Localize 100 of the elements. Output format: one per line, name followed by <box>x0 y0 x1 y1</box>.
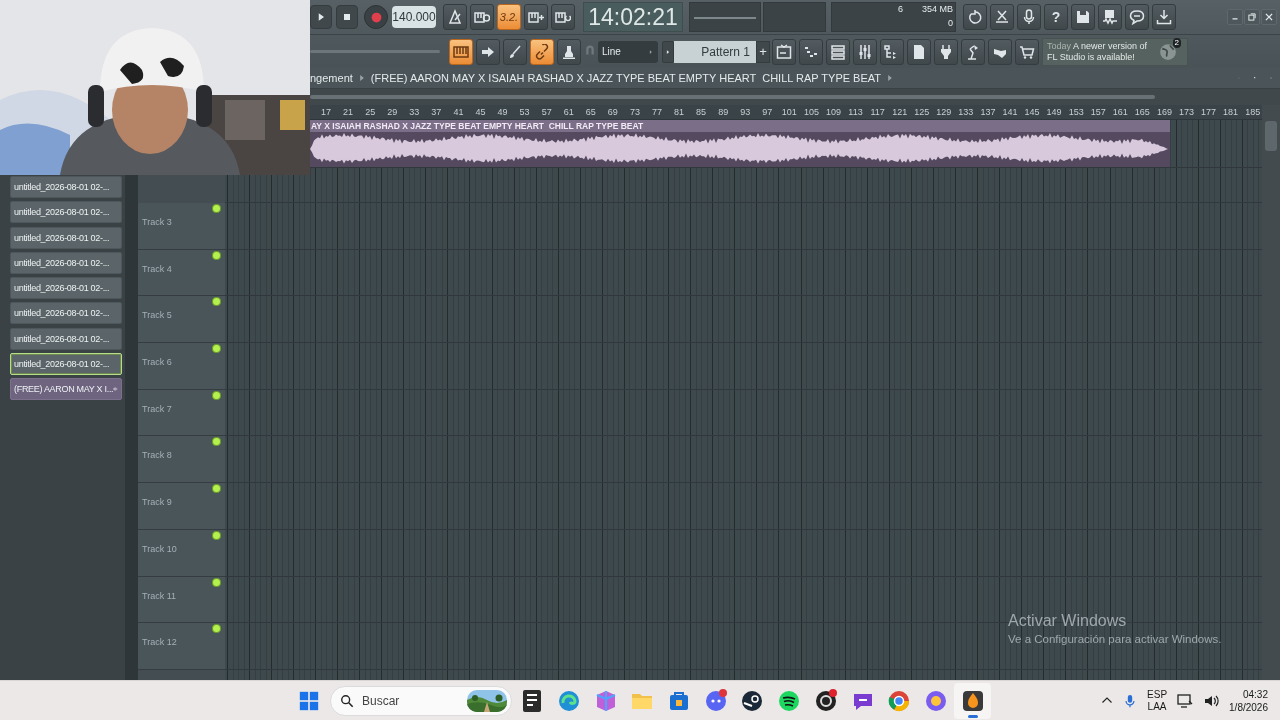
horizontal-scrollbar[interactable] <box>310 89 1280 105</box>
close-button[interactable] <box>1261 9 1277 25</box>
floppy-wave-icon <box>1102 9 1118 25</box>
track-enable-led[interactable] <box>212 437 221 447</box>
toolbar-button[interactable]: 3.2. <box>497 4 521 30</box>
toolbar-button[interactable] <box>853 38 877 65</box>
track-enable-led[interactable] <box>212 250 221 260</box>
track-enable-led[interactable] <box>212 577 221 587</box>
clip-list-item[interactable]: untitled_2026-08-01 02-... <box>10 302 122 325</box>
scissors-icon <box>994 9 1010 25</box>
clip-list-item[interactable]: untitled_2026-08-01 02-... <box>10 277 122 300</box>
track-header[interactable]: Track 5 <box>138 296 225 344</box>
toolbar-button[interactable] <box>963 4 987 30</box>
track-enable-led[interactable] <box>212 297 221 307</box>
track-enable-led[interactable] <box>212 204 221 213</box>
toolbar-button[interactable] <box>799 38 823 65</box>
toolbar-button[interactable] <box>1015 38 1039 65</box>
snap-dropdown[interactable]: Line <box>598 40 658 63</box>
pattern-selector[interactable]: Pattern 1 <box>674 40 756 63</box>
breadcrumb[interactable]: ngement <box>310 72 353 84</box>
language-indicator[interactable]: ESP <box>1147 688 1168 701</box>
bar-number: 25 <box>364 106 377 119</box>
restore-button[interactable] <box>1244 9 1260 25</box>
toolbar-button[interactable] <box>990 4 1014 30</box>
bar-number: 33 <box>408 106 421 119</box>
toolbar-button[interactable] <box>1152 4 1176 30</box>
chat-icon[interactable] <box>703 688 728 713</box>
track-header[interactable]: Track 7 <box>138 389 225 437</box>
track-header[interactable]: Track 4 <box>138 249 225 297</box>
toolbar-button[interactable] <box>961 38 985 65</box>
toolbar-button[interactable] <box>826 38 850 65</box>
clip-list-item[interactable]: untitled_2026-08-01 02-... <box>10 353 122 376</box>
toolbar-button[interactable]: ? <box>1044 4 1068 30</box>
play-button[interactable] <box>310 5 332 29</box>
bar-number: 141 <box>1001 106 1019 119</box>
toolbar-button[interactable] <box>443 4 467 30</box>
app-icon[interactable] <box>813 688 838 713</box>
metronome-icon <box>447 9 463 25</box>
clip-list-item[interactable]: untitled_2026-08-01 02-... <box>10 251 122 274</box>
audio-clip[interactable]: AY X ISAIAH RASHAD X JAZZ TYPE BEAT EMPTY HEART CHILL RAP TYPE BEAT <box>310 120 1170 167</box>
toolbar-button[interactable] <box>470 4 494 30</box>
track-enable-led[interactable] <box>212 344 221 354</box>
clock-time[interactable]: 04:32 <box>1242 687 1268 701</box>
toolbar-button[interactable] <box>934 38 958 65</box>
toolbar-button[interactable] <box>880 38 904 65</box>
clip-list-item[interactable]: (FREE) AARON MAY X I... <box>10 378 122 401</box>
toolbar-button[interactable] <box>772 38 796 65</box>
toolbar-button[interactable] <box>503 38 527 65</box>
stop-button[interactable] <box>336 5 358 29</box>
search-icon <box>340 693 354 708</box>
toolbar-button[interactable] <box>988 38 1012 65</box>
music-icon[interactable] <box>777 688 802 713</box>
track-enable-led[interactable] <box>212 390 221 400</box>
bar-number: 109 <box>824 106 842 119</box>
search-field[interactable]: Buscar <box>330 685 512 716</box>
toolbar-button[interactable] <box>907 38 931 65</box>
clip-list-item[interactable]: untitled_2026-08-01 02-... <box>10 226 122 249</box>
bar-number: 117 <box>869 106 886 119</box>
bar-number: 113 <box>847 106 864 119</box>
app-icon[interactable] <box>960 688 985 713</box>
toolbar-button[interactable] <box>551 4 575 30</box>
track-header[interactable]: Track 6 <box>138 343 225 390</box>
toolbar-button[interactable] <box>476 38 500 65</box>
clip-list-item[interactable]: untitled_2026-08-01 02-... <box>10 327 122 350</box>
minimize-button[interactable] <box>1227 9 1243 25</box>
track-enable-led[interactable] <box>212 624 221 634</box>
clock-date[interactable]: 1/8/2026 <box>1229 700 1268 714</box>
vertical-scrollbar[interactable] <box>1262 105 1280 680</box>
toolbar-button[interactable] <box>530 38 554 65</box>
clip-list-item[interactable]: untitled_2026-08-01 02-... <box>10 201 122 224</box>
track-header[interactable]: Track 3 <box>138 203 225 250</box>
track-header[interactable]: Track 12 <box>138 623 225 670</box>
toolbar-button[interactable] <box>1017 4 1041 30</box>
track-header[interactable]: Track 11 <box>138 576 225 624</box>
clip-list-item[interactable]: untitled_2026-08-01 02-... <box>10 176 122 198</box>
playlist-grid[interactable] <box>225 105 1262 680</box>
toolbar-button[interactable] <box>557 38 581 65</box>
track-header[interactable]: Track 9 <box>138 483 225 530</box>
track-header[interactable]: Track 10 <box>138 529 225 577</box>
toolbar-button[interactable] <box>1098 4 1122 30</box>
track-label: Track 6 <box>142 357 172 368</box>
toolbar-button[interactable] <box>524 4 548 30</box>
bar-number: 77 <box>650 106 663 119</box>
record-button[interactable] <box>364 5 388 29</box>
tempo-display[interactable]: 140.000 <box>392 6 436 28</box>
track-enable-led[interactable] <box>212 530 221 540</box>
swirl-icon[interactable] <box>557 688 582 713</box>
app-icon[interactable] <box>740 688 765 713</box>
track-header[interactable]: Track 8 <box>138 436 225 484</box>
bar-number: 37 <box>430 106 443 119</box>
keyboard-loop-icon <box>555 9 571 25</box>
timeline-ruler[interactable]: 17 21 25 29 33 37 41 45 49 53 57 61 65 69 73 77 81 85 89 93 97 101 105 109 113 117 121 125 129 133 137 141 145 149 153 157 161 165 169 173 177 181 185 <box>310 105 1262 120</box>
track-label: Track 10 <box>142 543 177 554</box>
toolbar-button[interactable] <box>1071 4 1095 30</box>
toolbar-button[interactable] <box>1125 4 1149 30</box>
add-pattern-button[interactable]: + <box>756 40 770 63</box>
keyboard-layout[interactable]: LAA <box>1147 700 1167 713</box>
track-enable-led[interactable] <box>212 484 221 494</box>
bar-number: 165 <box>1133 106 1151 119</box>
toolbar-button[interactable] <box>449 38 473 65</box>
